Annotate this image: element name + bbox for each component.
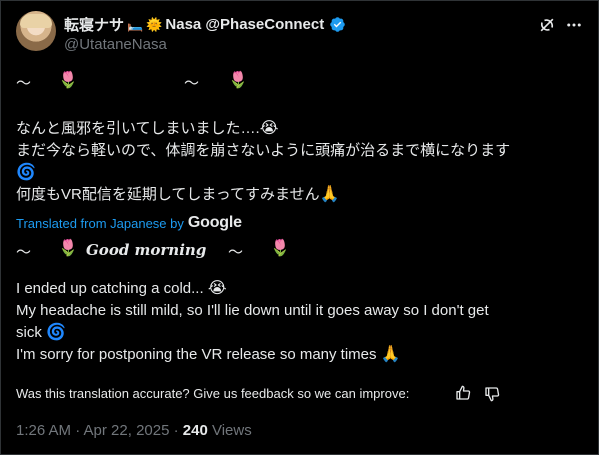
pray-icon: 🙏 (380, 346, 401, 363)
grok-icon[interactable] (537, 15, 557, 35)
tweet-metadata: 1:26 AM · Apr 22, 2025 · 240 Views (16, 422, 252, 439)
tulip-icon: 🌷 (58, 240, 78, 257)
views-label: Views (207, 422, 252, 439)
thumbs-up-icon[interactable] (455, 385, 471, 401)
display-name-jp: 転寝ナサ (64, 17, 125, 34)
thumbs-down-icon[interactable] (484, 386, 500, 402)
display-name[interactable]: 転寝ナサ 🛏️ 🌞 Nasa @PhaseConnect (64, 14, 346, 35)
translation-attribution[interactable]: Translated from Japanese by Google (16, 214, 242, 232)
bed-icon: 🛏️ (127, 17, 144, 32)
display-name-en: Nasa @PhaseConnect (165, 16, 325, 33)
deco-swirl: 〜 (16, 244, 32, 261)
text-line: まだ今なら軽いので、体調を崩さないように頭痛が治るまで横になります (16, 142, 511, 159)
tweet-text-en: I ended up catching a cold... 😭 My heada… (16, 278, 489, 366)
verified-badge-icon (330, 17, 346, 32)
timestamp[interactable]: 1:26 AM · Apr 22, 2025 · (16, 422, 183, 439)
text-line: My headache is still mild, so I'll lie d… (16, 302, 489, 319)
translation-feedback: Was this translation accurate? Give us f… (16, 386, 410, 401)
translated-label: Translated from Japanese by (16, 215, 184, 231)
deco-swirl: 〜 (16, 75, 32, 92)
deco-swirl: 〜 (228, 244, 244, 261)
more-icon[interactable] (565, 16, 583, 34)
text-line: I'm sorry for postponing the VR release … (16, 346, 377, 363)
tweet-text-jp: なんと風邪を引いてしまいました….😭 まだ今なら軽いので、体調を崩さないように頭… (16, 118, 510, 206)
tulip-icon: 🌷 (228, 72, 248, 89)
text-line: I ended up catching a cold... (16, 280, 204, 297)
handle[interactable]: @UtataneNasa (64, 36, 167, 53)
crying-icon: 😭 (259, 120, 279, 137)
dizzy-icon: 🌀 (16, 164, 36, 181)
google-logo: Google (187, 214, 242, 231)
avatar[interactable] (16, 11, 56, 51)
deco-swirl: 〜 (184, 75, 200, 92)
text-line: sick (16, 324, 42, 341)
views-count: 240 (182, 422, 208, 439)
sun-icon: 🌞 (146, 17, 163, 32)
text-line: 何度もVR配信を延期してしまってすみません (16, 186, 320, 203)
good-morning-text: Good morning (86, 241, 207, 259)
dizzy-icon: 🌀 (46, 324, 66, 341)
crying-icon: 😭 (207, 280, 227, 297)
text-line: なんと風邪を引いてしまいました…. (16, 120, 260, 137)
tulip-icon: 🌷 (58, 72, 78, 89)
pray-icon: 🙏 (319, 186, 340, 203)
tulip-icon: 🌷 (270, 240, 290, 257)
